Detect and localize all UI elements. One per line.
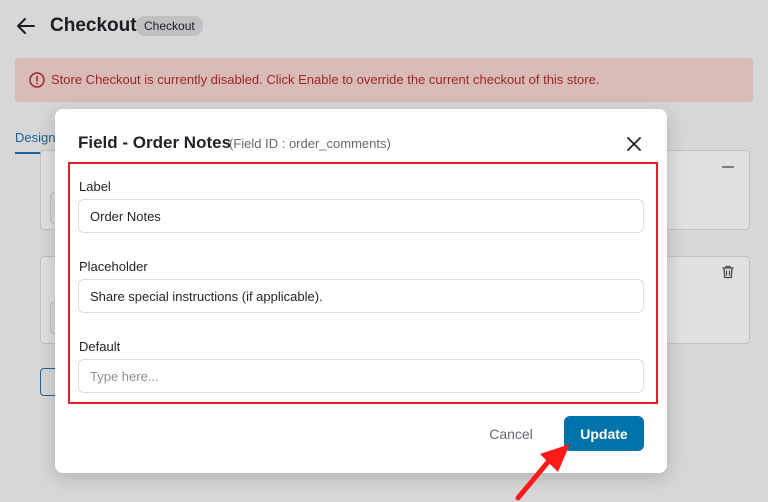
close-icon (627, 137, 641, 151)
modal-field-id: (Field ID : order_comments) (229, 136, 391, 151)
placeholder-input[interactable] (78, 279, 644, 313)
close-button[interactable] (621, 131, 647, 157)
default-field-label: Default (79, 339, 121, 354)
placeholder-field-label: Placeholder (79, 259, 148, 274)
label-field-label: Label (79, 179, 111, 194)
modal-title: Field - Order Notes (78, 133, 232, 152)
label-input[interactable] (78, 199, 644, 233)
red-arrow-icon (515, 444, 570, 501)
field-edit-modal: Field - Order Notes (Field ID : order_co… (55, 109, 667, 473)
default-input[interactable] (78, 359, 644, 393)
